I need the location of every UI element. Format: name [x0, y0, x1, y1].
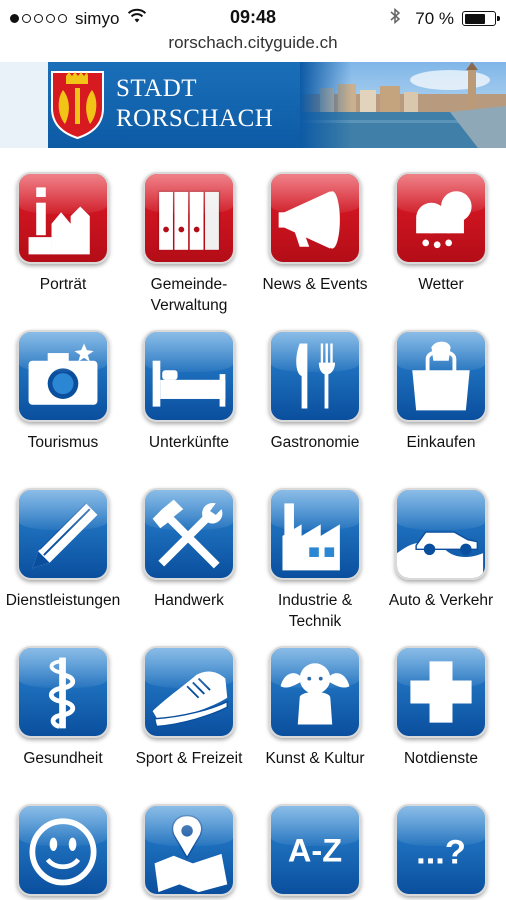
- title-line-2: RORSCHACH: [116, 104, 274, 132]
- tile-kunst-kultur[interactable]: Kunst & Kultur: [252, 646, 378, 769]
- title-line-1: STADT: [116, 75, 198, 102]
- tile-industrie-technik[interactable]: Industrie & Technik: [252, 488, 378, 632]
- tile-label: Tourismus: [27, 434, 99, 451]
- tile-dienstleistungen[interactable]: Dienstleistungen: [0, 488, 126, 611]
- tile-label: Auto & Verkehr: [388, 592, 494, 609]
- tile-label: Gemeinde- Verwaltung: [150, 276, 228, 314]
- bed-icon[interactable]: [143, 330, 235, 422]
- tile-gemeinde-verwaltung[interactable]: Gemeinde- Verwaltung: [126, 172, 252, 316]
- battery-icon: [462, 11, 500, 26]
- smiley-icon[interactable]: [17, 804, 109, 896]
- a-z-icon[interactable]: A-Z: [269, 804, 361, 896]
- a-z-text: A-Z: [288, 832, 342, 868]
- tile-label: Gastronomie: [270, 434, 360, 451]
- tile-notdienste[interactable]: Notdienste: [378, 646, 504, 769]
- tile-sport-freizeit[interactable]: Sport & Freizeit: [126, 646, 252, 769]
- tile-label: Porträt: [39, 276, 87, 293]
- cross-icon[interactable]: [395, 646, 487, 738]
- more-text: ...?: [416, 833, 466, 871]
- tile-portraet[interactable]: Porträt: [0, 172, 126, 295]
- coat-of-arms-logo: [50, 70, 105, 140]
- battery-percent: 70 %: [415, 8, 454, 28]
- tile-handwerk[interactable]: Handwerk: [126, 488, 252, 611]
- more-question-icon[interactable]: ...?: [395, 804, 487, 896]
- status-bar: simyo 09:48 70 %: [0, 0, 506, 34]
- tile-auto-verkehr[interactable]: Auto & Verkehr: [378, 488, 504, 611]
- tile-wetter[interactable]: Wetter: [378, 172, 504, 295]
- factory-icon[interactable]: [269, 488, 361, 580]
- tile-label: Sport & Freizeit: [135, 750, 243, 767]
- tile-label: Unterkünfte: [148, 434, 230, 451]
- battery-fill: [464, 13, 485, 24]
- shopping-bag-icon[interactable]: [395, 330, 487, 422]
- tile-einkaufen[interactable]: Einkaufen: [378, 330, 504, 453]
- bluetooth-icon: [390, 7, 401, 30]
- tile-gesundheit[interactable]: Gesundheit: [0, 646, 126, 769]
- tools-icon[interactable]: [143, 488, 235, 580]
- tile-a-z[interactable]: A-Z: [252, 804, 378, 896]
- folders-icon[interactable]: [143, 172, 235, 264]
- tile-label: Wetter: [418, 276, 464, 293]
- tile-news-events[interactable]: News & Events: [252, 172, 378, 295]
- car-icon[interactable]: [395, 488, 487, 580]
- megaphone-icon[interactable]: [269, 172, 361, 264]
- camera-icon[interactable]: [17, 330, 109, 422]
- sneaker-icon[interactable]: [143, 646, 235, 738]
- tile-map[interactable]: [126, 804, 252, 896]
- cherub-icon[interactable]: [269, 646, 361, 738]
- city-title: STADT RORSCHACH: [116, 74, 273, 133]
- portrait-icon[interactable]: [17, 172, 109, 264]
- tile-label: Industrie & Technik: [277, 592, 353, 630]
- map-pin-icon[interactable]: [143, 804, 235, 896]
- tile-label: Kunst & Kultur: [265, 750, 365, 767]
- pencil-icon[interactable]: [17, 488, 109, 580]
- weather-cloud-icon[interactable]: [395, 172, 487, 264]
- tile-unterkuenfte[interactable]: Unterkünfte: [126, 330, 252, 453]
- tile-label: Gesundheit: [23, 750, 103, 767]
- caduceus-icon[interactable]: [17, 646, 109, 738]
- tile-label: News & Events: [262, 276, 368, 293]
- tile-label: Dienstleistungen: [5, 592, 121, 609]
- tile-gastronomie[interactable]: Gastronomie: [252, 330, 378, 453]
- tile-smiley[interactable]: [0, 804, 126, 896]
- tile-tourismus[interactable]: Tourismus: [0, 330, 126, 453]
- cutlery-icon[interactable]: [269, 330, 361, 422]
- address-bar-url[interactable]: rorschach.cityguide.ch: [0, 33, 506, 53]
- harbor-photo: [300, 62, 506, 148]
- tile-label: Notdienste: [403, 750, 479, 767]
- header-banner[interactable]: STADT RORSCHACH: [0, 62, 506, 148]
- tile-label: Handwerk: [154, 592, 224, 609]
- tile-label: Einkaufen: [406, 434, 476, 451]
- tile-more[interactable]: ...?: [378, 804, 504, 896]
